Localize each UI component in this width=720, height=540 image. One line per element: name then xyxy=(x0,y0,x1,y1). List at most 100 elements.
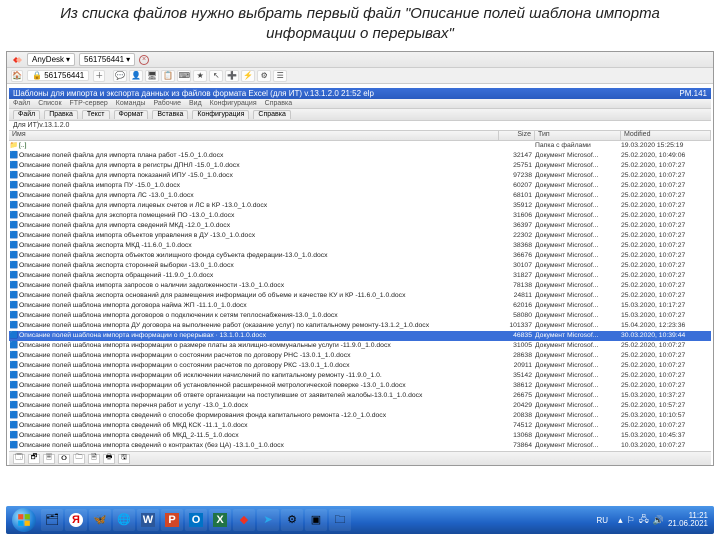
window-titlebar[interactable]: Шаблоны для импорта и экспорта данных из… xyxy=(9,88,711,99)
taskbar-folder[interactable]: 🗀 xyxy=(329,509,351,531)
menu-icon[interactable]: ☰ xyxy=(273,70,287,82)
file-row[interactable]: 🟦Описание полей файла экспорта оснований… xyxy=(9,291,711,301)
session-tab[interactable]: 🔒 561756441 xyxy=(27,70,89,81)
file-row[interactable]: 🟦Описание полей шаблона импорта информац… xyxy=(9,391,711,401)
tray-up-icon[interactable]: ▴ xyxy=(618,515,623,526)
ql-5[interactable]: 🗀 xyxy=(73,454,85,464)
star-icon[interactable]: ★ xyxy=(193,70,207,82)
file-row[interactable]: 🟦Описание полей файла экспорта обращений… xyxy=(9,271,711,281)
file-row[interactable]: 🟦Описание полей файла экспорта объектов … xyxy=(9,251,711,261)
language-indicator[interactable]: RU xyxy=(597,516,609,525)
file-row[interactable]: 🟦Описание полей шаблона импорта информац… xyxy=(9,341,711,351)
menu-Команды[interactable]: Команды xyxy=(116,100,146,107)
file-row[interactable]: 🟦Описание полей файла экспорта МКД -11.6… xyxy=(9,241,711,251)
col-type[interactable]: Тип xyxy=(535,131,621,140)
plus-icon[interactable]: ➕ xyxy=(225,70,239,82)
file-row[interactable]: 🟦Описание полей шаблона импорта информац… xyxy=(9,371,711,381)
taskbar-yandex[interactable]: Я xyxy=(65,509,87,531)
taskbar-chrome[interactable]: 🌐 xyxy=(113,509,135,531)
file-row[interactable]: 🟦Описание полей шаблона импорта ДУ догов… xyxy=(9,321,711,331)
tab-Справка[interactable]: Справка xyxy=(253,110,290,119)
close-session-button[interactable]: × xyxy=(139,55,149,65)
monitor-icon[interactable]: 🖥 xyxy=(145,70,159,82)
taskbar-msn[interactable]: 🦋 xyxy=(89,509,111,531)
taskbar-anydesk[interactable]: ◆ xyxy=(233,509,255,531)
file-row[interactable]: 🟦Описание полей файла импорта объектов у… xyxy=(9,231,711,241)
new-tab-button[interactable]: ＋ xyxy=(93,70,105,82)
speaker-icon[interactable]: 🔊 xyxy=(653,515,664,526)
tab-Конфигурация[interactable]: Конфигурация xyxy=(192,110,249,119)
taskbar-telegram[interactable]: ➤ xyxy=(257,509,279,531)
file-row[interactable]: 🟦Описание полей шаблона импорта перечня … xyxy=(9,401,711,411)
file-row[interactable]: 🟦Описание полей файла для импорта показа… xyxy=(9,171,711,181)
file-row[interactable]: 🟦Описание полей шаблона импорта сведений… xyxy=(9,421,711,431)
clipboard-icon[interactable]: 📋 xyxy=(161,70,175,82)
ql-1[interactable]: 🗔 xyxy=(13,454,25,464)
taskbar-word[interactable]: W xyxy=(137,509,159,531)
keyboard-icon[interactable]: ⌨ xyxy=(177,70,191,82)
ql-8[interactable]: 🖫 xyxy=(118,454,130,464)
tab-Формат[interactable]: Формат xyxy=(114,110,149,119)
ql-7[interactable]: 🖶 xyxy=(103,454,115,464)
file-row[interactable]: 🟦Описание полей шаблона импорта договоро… xyxy=(9,311,711,321)
file-row[interactable]: 🟦Описание полей шаблона импорта сведений… xyxy=(9,411,711,421)
user-icon[interactable]: 👤 xyxy=(129,70,143,82)
path-bar[interactable]: Для ИТ)v.13.1.2.0 xyxy=(9,121,711,131)
col-size[interactable]: Size xyxy=(499,131,535,140)
taskbar-outlook[interactable]: O xyxy=(185,509,207,531)
tab-Правка[interactable]: Правка xyxy=(44,110,78,119)
file-row[interactable]: 🟦Описание полей шаблона импорта информац… xyxy=(9,381,711,391)
file-row[interactable]: 🟦Описание полей шаблона импорта информац… xyxy=(9,361,711,371)
menu-Конфигурация[interactable]: Конфигурация xyxy=(210,100,257,107)
ql-4[interactable]: 🞇 xyxy=(58,454,70,464)
taskbar-gear[interactable]: ⚙ xyxy=(281,509,303,531)
pointer-icon[interactable]: ↖ xyxy=(209,70,223,82)
flag-icon[interactable]: ⚐ xyxy=(627,515,635,526)
file-row[interactable]: 🟦Описание полей шаблона импорта сведений… xyxy=(9,441,711,451)
tab-Файл[interactable]: Файл xyxy=(13,110,40,119)
tab-Текст[interactable]: Текст xyxy=(82,110,110,119)
chat-icon[interactable]: 💬 xyxy=(113,70,127,82)
bolt-icon[interactable]: ⚡ xyxy=(241,70,255,82)
ql-2[interactable]: 🗗 xyxy=(28,454,40,464)
file-row[interactable]: 🟦Описание полей шаблона импорта информац… xyxy=(9,331,711,341)
file-row[interactable]: 🟦Описание полей файла импорта запросов о… xyxy=(9,281,711,291)
file-size: 97238 xyxy=(499,171,535,180)
file-row[interactable]: 🟦Описание полей файла для импорта ЛС -13… xyxy=(9,191,711,201)
menu-Файл[interactable]: Файл xyxy=(13,100,30,107)
taskbar-ppt[interactable]: P xyxy=(161,509,183,531)
file-row[interactable]: 🟦Описание полей файла для импорта в реги… xyxy=(9,161,711,171)
file-row[interactable]: 🟦Описание полей шаблона импорта информац… xyxy=(9,351,711,361)
start-button[interactable] xyxy=(12,508,36,532)
parent-folder-row[interactable]: 📁[..]Папка с файлами19.03.2020 15:25:19 xyxy=(9,141,711,151)
ql-3[interactable]: 🗏 xyxy=(43,454,55,464)
session-selector[interactable]: 561756441 ▾ xyxy=(79,53,135,66)
file-list[interactable]: 📁[..]Папка с файлами19.03.2020 15:25:19🟦… xyxy=(9,141,711,451)
taskbar-terminal[interactable]: ▣ xyxy=(305,509,327,531)
ql-6[interactable]: 🗎 xyxy=(88,454,100,464)
file-row[interactable]: 🟦Описание полей файла для импорта лицевы… xyxy=(9,201,711,211)
col-name[interactable]: Имя xyxy=(9,131,499,140)
file-row[interactable]: 🟦Описание полей файла экспорта сторонней… xyxy=(9,261,711,271)
menu-Вид[interactable]: Вид xyxy=(189,100,202,107)
file-row[interactable]: 🟦Описание полей шаблона импорта договора… xyxy=(9,301,711,311)
gear-icon[interactable]: ⚙ xyxy=(257,70,271,82)
file-row[interactable]: 🟦Описание полей файла для импорта сведен… xyxy=(9,221,711,231)
menu-Список[interactable]: Список xyxy=(38,100,61,107)
menu-Справка[interactable]: Справка xyxy=(265,100,292,107)
tab-Вставка[interactable]: Вставка xyxy=(152,110,188,119)
file-row[interactable]: 🟦Описание полей файла для экспорта помещ… xyxy=(9,211,711,221)
network-icon[interactable]: 🖧 xyxy=(639,512,649,528)
menu-Рабочие[interactable]: Рабочие xyxy=(153,100,181,107)
taskbar-sheets[interactable]: X xyxy=(209,509,231,531)
menu-FTP-сервер[interactable]: FTP-сервер xyxy=(70,100,108,107)
taskbar-explorer[interactable]: 🗂 xyxy=(41,509,63,531)
file-row[interactable]: 🟦Описание полей шаблона импорта сведений… xyxy=(9,431,711,441)
home-button[interactable]: 🏠 xyxy=(11,70,23,82)
file-row[interactable]: 🟦Описание полей файла для импорта плана … xyxy=(9,151,711,161)
file-type: Документ Microsof... xyxy=(535,421,621,430)
file-row[interactable]: 🟦Описание полей файла импорта ПУ -15.0_1… xyxy=(9,181,711,191)
clock[interactable]: 11:21 21.06.2021 xyxy=(668,512,708,528)
col-modified[interactable]: Modified xyxy=(621,131,711,140)
anydesk-dropdown[interactable]: AnyDesk ▾ xyxy=(27,53,75,66)
